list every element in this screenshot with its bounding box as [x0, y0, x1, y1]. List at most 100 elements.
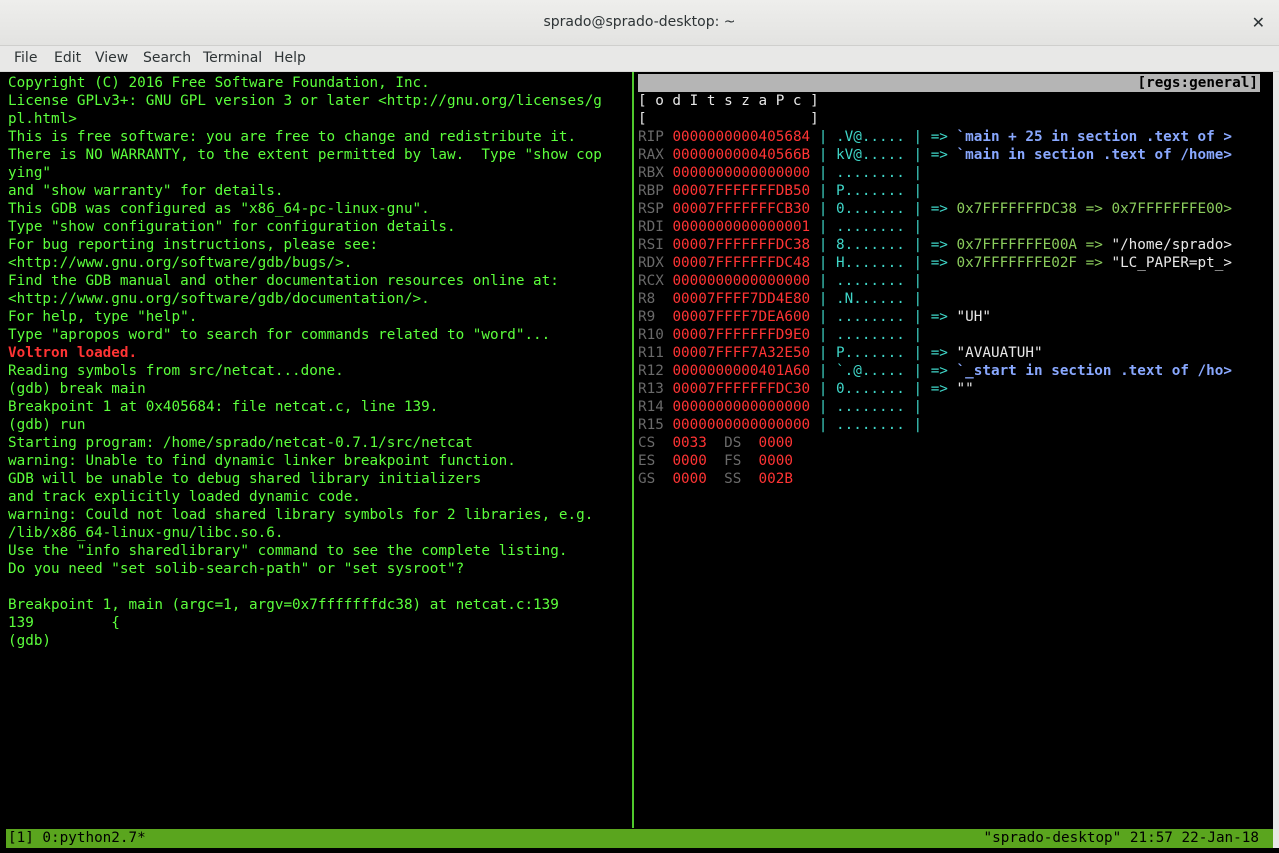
separator: | — [904, 291, 931, 307]
gdb-output-line: There is NO WARRANTY, to the extent perm… — [8, 147, 602, 163]
register-deref: `main + 25 in section .text of > — [956, 129, 1232, 145]
register-deref: "AVAUATUH" — [956, 345, 1043, 361]
segment-name: DS — [724, 435, 742, 451]
register-value: 00007FFFFFFFDC48 — [672, 255, 811, 271]
menu-item-file[interactable]: File — [14, 50, 37, 66]
separator: | — [904, 363, 931, 379]
segment-value: 0033 — [672, 435, 707, 451]
separator: | — [810, 255, 836, 271]
segment-value: 0000 — [758, 453, 793, 469]
register-value: 0000000000000000 — [672, 417, 811, 433]
menu-item-terminal[interactable]: Terminal — [203, 50, 262, 66]
separator: | — [810, 399, 836, 415]
register-row-r14: R14 0000000000000000 | ........ | — [638, 398, 931, 416]
gdb-output-line: Starting program: /home/sprado/netcat-0.… — [8, 435, 473, 451]
regs-pane[interactable]: [regs:general] [ o d I t s z a P c ] [ ]… — [638, 72, 1263, 828]
register-row-rbx: RBX 0000000000000000 | ........ | — [638, 164, 931, 182]
register-row-rax: RAX 000000000040566B | kV@..... | => `ma… — [638, 146, 1232, 164]
gdb-output-line: This is free software: you are free to c… — [8, 129, 577, 145]
gdb-output-line: License GPLv3+: GNU GPL version 3 or lat… — [8, 93, 602, 109]
register-value: 00007FFFFFFFDB50 — [672, 183, 811, 199]
register-name: RSP — [638, 201, 664, 217]
menu-item-view[interactable]: View — [95, 50, 128, 66]
menu-item-search[interactable]: Search — [143, 50, 191, 66]
separator: | — [904, 417, 931, 433]
register-name: RSI — [638, 237, 664, 253]
register-row-r10: R10 00007FFFFFFFD9E0 | ........ | — [638, 326, 931, 344]
menu-item-help[interactable]: Help — [274, 50, 306, 66]
separator: | — [904, 273, 931, 289]
separator: | — [810, 237, 836, 253]
scrollbar[interactable] — [1273, 72, 1279, 848]
register-name: R13 — [638, 381, 664, 397]
gdb-output-line: Do you need "set solib-search-path" or "… — [8, 561, 465, 577]
separator: | — [904, 345, 931, 361]
separator: | — [810, 327, 836, 343]
menu-item-edit[interactable]: Edit — [54, 50, 81, 66]
register-value: 00007FFFFFFFDC30 — [672, 381, 811, 397]
register-ascii: ........ — [836, 399, 905, 415]
separator: | — [904, 237, 931, 253]
register-row-r8: R8 00007FFFF7DD4E80 | .N...... | — [638, 290, 931, 308]
segment-value: 0000 — [672, 471, 707, 487]
register-value: 00007FFFFFFFCB30 — [672, 201, 811, 217]
register-row-r15: R15 0000000000000000 | ........ | — [638, 416, 931, 434]
close-icon[interactable]: ✕ — [1252, 13, 1265, 32]
register-value: 00007FFFF7A32E50 — [672, 345, 811, 361]
register-value: 0000000000000001 — [672, 219, 811, 235]
register-ascii: kV@..... — [836, 147, 905, 163]
gdb-output-line: Find the GDB manual and other documentat… — [8, 273, 559, 289]
separator: | — [904, 381, 931, 397]
register-value: 0000000000000000 — [672, 399, 811, 415]
segment-name: CS — [638, 435, 656, 451]
gdb-output-line: Breakpoint 1 at 0x405684: file netcat.c,… — [8, 399, 439, 415]
terminal-content[interactable]: Copyright (C) 2016 Free Software Foundat… — [6, 72, 1273, 848]
gdb-output-line: GDB will be unable to debug shared libra… — [8, 471, 482, 487]
register-ascii: ........ — [836, 165, 905, 181]
register-deref-pointer: 0x7FFFFFFFE00A => — [956, 237, 1112, 253]
separator: | — [904, 183, 931, 199]
segment-value: 0000 — [672, 453, 707, 469]
deref-arrow: => — [930, 345, 957, 361]
status-window-list[interactable]: [1] 0:python2.7* — [8, 829, 146, 847]
title-bar[interactable]: sprado@sprado-desktop: ~ ✕ — [0, 0, 1279, 46]
pane-divider[interactable] — [632, 72, 634, 828]
register-name: RAX — [638, 147, 664, 163]
separator: | — [810, 345, 836, 361]
register-ascii: ........ — [836, 219, 905, 235]
separator: | — [904, 327, 931, 343]
deref-arrow: => — [930, 363, 957, 379]
register-name: R10 — [638, 327, 664, 343]
separator: | — [904, 129, 931, 145]
segment-name: FS — [724, 453, 742, 469]
register-name: R14 — [638, 399, 664, 415]
register-row-r13: R13 00007FFFFFFFDC30 | 0....... | => "" — [638, 380, 974, 398]
register-ascii: ........ — [836, 417, 905, 433]
gdb-pane[interactable]: Copyright (C) 2016 Free Software Foundat… — [8, 72, 632, 828]
gdb-output-line: For bug reporting instructions, please s… — [8, 237, 379, 253]
register-ascii: ........ — [836, 309, 905, 325]
register-value: 00007FFFFFFFDC38 — [672, 237, 811, 253]
gdb-output-line: This GDB was configured as "x86_64-pc-li… — [8, 201, 430, 217]
register-name: RIP — [638, 129, 664, 145]
register-name: R15 — [638, 417, 664, 433]
separator: | — [904, 399, 931, 415]
gdb-output-line: <http://www.gnu.org/software/gdb/documen… — [8, 291, 430, 307]
register-row-r11: R11 00007FFFF7A32E50 | P....... | => "AV… — [638, 344, 1043, 362]
gdb-output-line: Copyright (C) 2016 Free Software Foundat… — [8, 75, 430, 91]
deref-arrow: => — [930, 237, 957, 253]
separator: | — [810, 417, 836, 433]
flags-line-2: [ ] — [638, 111, 819, 127]
register-name: R8 — [638, 291, 656, 307]
register-name: RDX — [638, 255, 664, 271]
register-name: R12 — [638, 363, 664, 379]
separator: | — [810, 201, 836, 217]
segment-name: GS — [638, 471, 656, 487]
terminal-window: sprado@sprado-desktop: ~ ✕ File Edit View S… — [0, 0, 1279, 853]
